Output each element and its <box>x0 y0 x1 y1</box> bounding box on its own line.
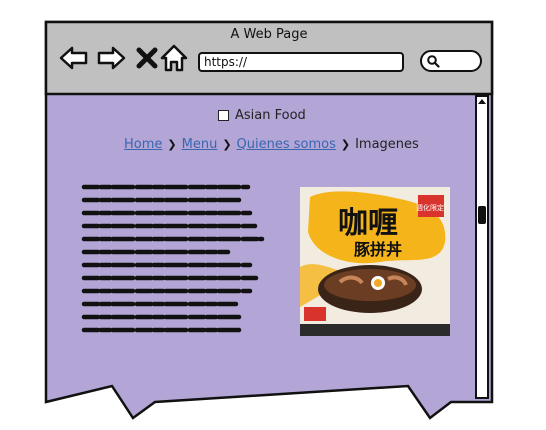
vertical-scrollbar[interactable] <box>475 95 489 399</box>
search-icon <box>427 55 440 68</box>
image-corner-text: 週化限定 <box>416 203 444 212</box>
back-arrow-icon[interactable] <box>58 42 90 74</box>
asian-food-checkbox[interactable] <box>218 110 229 121</box>
placeholder-text-block <box>81 184 265 333</box>
breadcrumb-menu-link[interactable]: Menu <box>182 137 218 152</box>
breadcrumb-separator-icon: ❯ <box>340 138 351 151</box>
window-title: A Web Page <box>230 27 308 42</box>
asian-food-label: Asian Food <box>235 108 306 123</box>
forward-arrow-icon[interactable] <box>95 42 127 74</box>
asian-food-option[interactable]: Asian Food <box>218 108 306 123</box>
breadcrumb-separator-icon: ❯ <box>167 138 177 151</box>
url-input[interactable]: https:// <box>198 52 404 72</box>
breadcrumb-quienes-somos-link[interactable]: Quienes somos <box>237 137 336 152</box>
breadcrumb-separator-icon: ❯ <box>222 138 232 151</box>
breadcrumb-current: Imagenes <box>355 137 419 152</box>
food-image: 週化限定 咖喱 豚拼丼 <box>300 187 450 336</box>
home-icon[interactable] <box>158 42 190 74</box>
breadcrumb: Home ❯ Menu ❯ Quienes somos ❯ Imagenes <box>124 137 419 152</box>
search-field[interactable] <box>420 50 482 72</box>
scroll-thumb <box>478 206 486 224</box>
image-title-text: 咖喱 <box>338 206 398 241</box>
image-subtitle-text: 豚拼丼 <box>354 240 402 259</box>
breadcrumb-home-link[interactable]: Home <box>124 137 162 152</box>
